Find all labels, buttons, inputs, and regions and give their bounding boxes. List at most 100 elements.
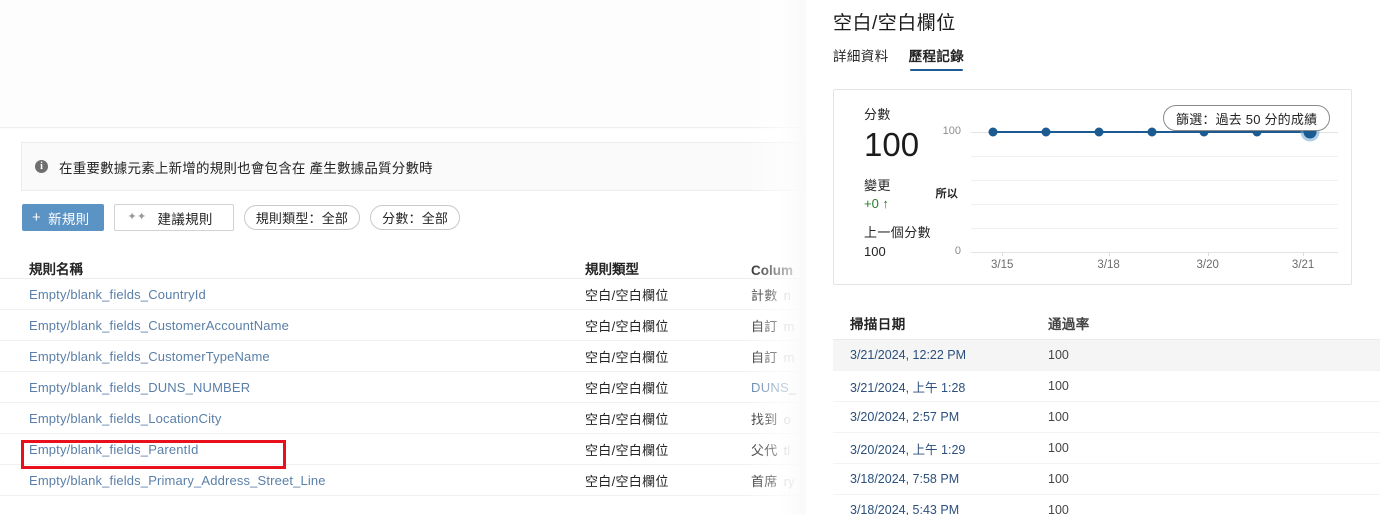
table-row[interactable]: 3/20/2024, 上午 1:29 100 [833, 433, 1380, 464]
rule-name-cell: Empty/blank_fields_DUNS_NUMBER [29, 380, 585, 395]
table-row[interactable]: 3/18/2024, 5:43 PM 100 [833, 495, 1380, 515]
rule-column-cell: 首席 ry [751, 473, 795, 489]
info-banner-text: 在重要數據元素上新增的規則也會包含在 產生數據品質分數時 [59, 160, 433, 176]
info-icon: i [35, 160, 48, 173]
scan-date-cell[interactable]: 3/18/2024, 7:58 PM [833, 472, 1048, 486]
rule-name-cell: Empty/blank_fields_ParentId [29, 442, 585, 457]
rule-name-link[interactable]: Empty/blank_fields_CustomerTypeName [29, 349, 270, 364]
filter-rule-type-pill[interactable]: 規則類型：全部 [243, 205, 361, 230]
previous-score-label: 上一個分數 [864, 225, 932, 240]
gridline [971, 204, 1338, 205]
pass-rate-cell: 100 [1048, 503, 1069, 515]
x-tick-label: 3/21 [1291, 259, 1315, 271]
rule-column-cell: DUNS_ [751, 379, 797, 395]
rule-type-cell: 空白/空白欄位 [585, 442, 669, 458]
rule-type-cell: 空白/空白欄位 [585, 318, 669, 334]
rule-detail-panel: 空白/空白欄位 詳細資料 歷程記錄 分數 100 變更 +0 ↑ 上一個分數 1… [806, 0, 1380, 515]
suggest-rule-button[interactable]: ✦✦ 建議規則 [114, 204, 234, 231]
rule-name-cell: Empty/blank_fields_Primary_Address_Stree… [29, 473, 585, 488]
pass-rate-cell: 100 [1048, 472, 1069, 486]
scan-date-cell[interactable]: 3/21/2024, 12:22 PM [833, 348, 1048, 362]
header-rule-type[interactable]: 規則類型 [585, 258, 751, 278]
score-filter-pill[interactable]: 篩選：過去 50 分的成績 [1163, 105, 1331, 131]
table-row[interactable]: Empty/blank_fields_CustomerAccountName 空白… [0, 310, 806, 341]
data-point[interactable] [1041, 127, 1051, 137]
rule-type-cell: 空白/空白欄位 [585, 411, 669, 427]
table-row[interactable]: Empty/blank_fields_CustomerTypeName 空白/空白… [0, 341, 806, 372]
tab-details[interactable]: 詳細資料 [833, 45, 889, 71]
header-rule-name[interactable]: 規則名稱 [29, 258, 585, 278]
x-tick-label: 3/18 [1097, 259, 1120, 271]
scan-date-cell[interactable]: 3/21/2024, 上午 1:28 [833, 377, 1048, 396]
table-row[interactable]: 3/20/2024, 2:57 PM 100 [833, 402, 1380, 433]
header-pass-rate[interactable]: 通過率 [1048, 313, 1198, 333]
table-row[interactable]: Empty/blank_fields_LocationCity 空白/空白欄位 找到… [0, 403, 806, 434]
data-point[interactable] [1147, 127, 1156, 137]
table-row[interactable]: Empty/blank_fields_CountryId 空白/空白欄位 計數 n [0, 279, 806, 310]
rule-name-link[interactable]: Empty/blank_fields_DUNS_NUMBER [29, 380, 250, 395]
table-row[interactable]: 3/21/2024, 12:22 PM 100 [833, 340, 1380, 371]
rule-type-cell: 空白/空白欄位 [585, 287, 669, 303]
x-tickmark [1303, 252, 1305, 256]
rule-column-cell: 自訂 m [751, 349, 795, 365]
pass-rate-cell: 100 [1048, 441, 1069, 455]
data-point[interactable] [988, 127, 998, 137]
y-axis-label: 所以 [935, 188, 958, 200]
x-axis-line [971, 252, 1338, 253]
new-rule-label: 新規則 [48, 211, 90, 227]
rule-type-cell: 空白/空白欄位 [585, 473, 669, 489]
rule-name-link[interactable]: Empty/blank_fields_ParentId [29, 442, 199, 457]
rule-name-cell: Empty/blank_fields_CountryId [29, 287, 585, 302]
rules-table: 規則名稱 規則類型 Colum Empty/blank_fields_Count… [0, 248, 806, 496]
tab-history[interactable]: 歷程記錄 [909, 45, 965, 71]
scan-date-cell[interactable]: 3/20/2024, 上午 1:29 [833, 439, 1048, 458]
score-history-chart: 100 0 所以 3/15 3/18 3/20 3/21 [936, 125, 1338, 277]
panel-title: 空白/空白欄位 [833, 13, 956, 34]
rule-type-cell: 空白/空白欄位 [585, 349, 669, 365]
filter-score-pill[interactable]: 分數：全部 [370, 205, 461, 230]
rule-column-cell: 父代 tl [751, 442, 791, 458]
table-row[interactable]: Empty/blank_fields_Primary_Address_Stree… [0, 465, 806, 496]
sparkle-icon: ✦✦ [127, 211, 147, 223]
table-row[interactable]: Empty/blank_fields_DUNS_NUMBER 空白/空白欄位 DUN… [0, 372, 806, 403]
header-scan-date[interactable]: 掃描日期 [833, 313, 1048, 333]
rules-toolbar: + 新規則 ✦✦ 建議規則 規則類型：全部 分數：全部 [22, 204, 461, 231]
plus-icon: + [32, 209, 42, 226]
x-tick-label: 3/20 [1196, 259, 1219, 271]
x-tick-label: 3/15 [990, 259, 1014, 271]
rule-column-cell: 自訂 m [751, 318, 795, 334]
scan-date-cell[interactable]: 3/20/2024, 2:57 PM [833, 410, 1048, 424]
score-label: 分數 [864, 107, 891, 122]
suggest-rule-label: 建議規則 [157, 211, 213, 227]
x-tickmark [1207, 252, 1209, 256]
rules-table-header: 規則名稱 規則類型 Colum [0, 248, 806, 279]
table-row[interactable]: 3/21/2024, 上午 1:28 100 [833, 371, 1380, 402]
rule-name-link[interactable]: Empty/blank_fields_LocationCity [29, 411, 222, 426]
x-tickmark [1108, 252, 1110, 256]
gridline [971, 180, 1338, 181]
rule-name-cell: Empty/blank_fields_LocationCity [29, 411, 585, 426]
scan-history-table: 掃描日期 通過率 3/21/2024, 12:22 PM 100 3/21/2024… [833, 307, 1380, 515]
rule-name-cell: Empty/blank_fields_CustomerTypeName [29, 349, 585, 364]
rule-name-cell: Empty/blank_fields_CustomerAccountName [29, 318, 585, 333]
scan-date-cell[interactable]: 3/18/2024, 5:43 PM [833, 503, 1048, 515]
scan-history-body: 3/21/2024, 12:22 PM 100 3/21/2024, 上午 1:28… [833, 340, 1380, 515]
rule-name-link[interactable]: Empty/blank_fields_Primary_Address_Stree… [29, 473, 326, 488]
data-point[interactable] [1094, 127, 1104, 137]
rule-name-link[interactable]: Empty/blank_fields_CountryId [29, 287, 206, 302]
rule-column-cell: 計數 n [751, 287, 791, 303]
y-tick-100: 100 [942, 125, 961, 137]
table-row[interactable]: 3/18/2024, 7:58 PM 100 [833, 464, 1380, 495]
pass-rate-cell: 100 [1048, 348, 1069, 362]
header-column[interactable]: Colum [751, 263, 806, 278]
rule-name-link[interactable]: Empty/blank_fields_CustomerAccountName [29, 318, 289, 333]
gridline [971, 156, 1338, 157]
rule-column-cell: 找到 o [751, 411, 791, 427]
table-row[interactable]: Empty/blank_fields_ParentId 空白/空白欄位 父代 tl [0, 434, 806, 465]
x-tickmark [1002, 252, 1004, 256]
rules-list-panel: i 在重要數據元素上新增的規則也會包含在 產生數據品質分數時 + 新規則 ✦✦ … [0, 0, 806, 515]
new-rule-button[interactable]: + 新規則 [22, 204, 105, 231]
scan-history-header: 掃描日期 通過率 [833, 307, 1380, 340]
y-tick-0: 0 [954, 245, 961, 257]
detail-tabs: 詳細資料 歷程記錄 [833, 45, 964, 71]
